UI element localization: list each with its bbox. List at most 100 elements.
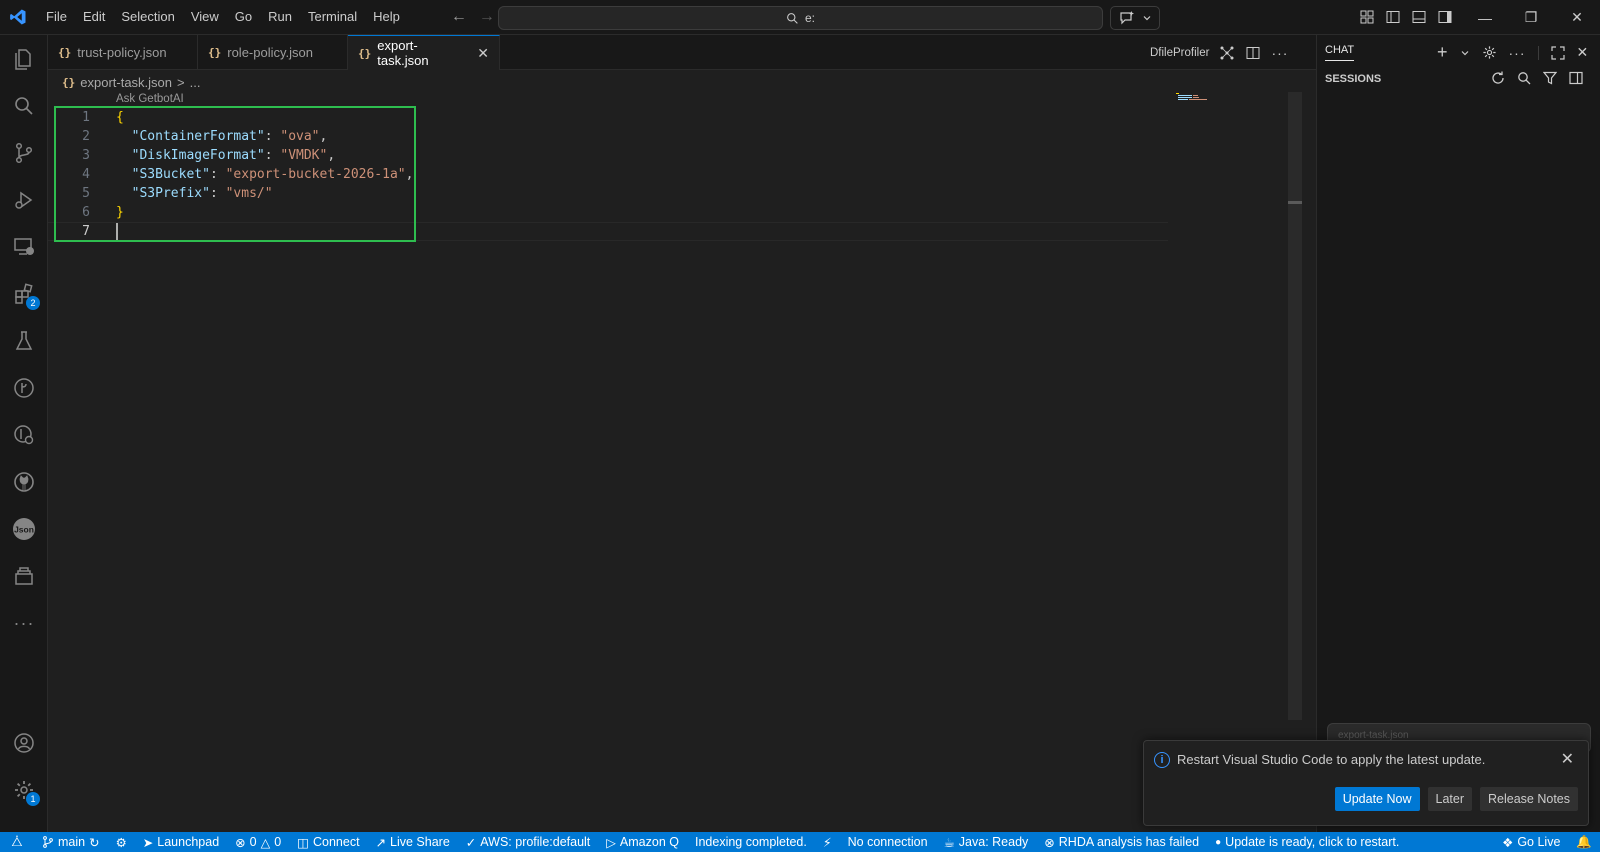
chat-settings-gear-icon[interactable] (1482, 45, 1497, 60)
connect-item[interactable]: ◫ Connect (289, 832, 367, 852)
play-icon: ▷ (606, 835, 616, 850)
menu-help[interactable]: Help (365, 5, 408, 29)
menu-selection[interactable]: Selection (113, 5, 182, 29)
toggle-panel-icon[interactable] (1408, 6, 1430, 28)
menu-terminal[interactable]: Terminal (300, 5, 365, 29)
title-bar: File Edit Selection View Go Run Terminal… (0, 0, 1600, 35)
settings-badge: 1 (26, 792, 40, 806)
errors-count: 0 (249, 835, 257, 849)
menu-go[interactable]: Go (227, 5, 260, 29)
toggle-secondary-sidebar-icon[interactable] (1434, 6, 1456, 28)
indexing-status[interactable]: Indexing completed. (687, 832, 815, 852)
tab-trust-policy[interactable]: {} trust-policy.json (48, 35, 198, 70)
divider (1537, 45, 1539, 60)
accounts-icon[interactable] (0, 719, 48, 767)
chevron-down-icon[interactable] (1460, 48, 1470, 58)
new-chat-icon[interactable]: + (1437, 42, 1448, 63)
sync-icon: ↻ (89, 835, 100, 850)
aws-explorer-icon[interactable] (0, 552, 48, 600)
json-tools-icon[interactable]: Json (0, 505, 48, 553)
launchpad-item[interactable]: ➤ Launchpad (135, 832, 227, 852)
check-icon: ✓ (465, 835, 477, 850)
go-live-item[interactable]: ❖ Go Live (1494, 832, 1568, 852)
tab-label: trust-policy.json (77, 45, 167, 60)
git-graph-icon[interactable] (0, 364, 48, 412)
search-icon[interactable] (1517, 71, 1531, 85)
live-share-item[interactable]: ↗ Live Share (368, 832, 458, 852)
update-ready-item[interactable]: ● Update is ready, click to restart. (1207, 832, 1407, 852)
breadcrumb-more[interactable]: ... (190, 75, 201, 90)
dfile-profiler-button[interactable]: DfileProfiler (1150, 47, 1209, 59)
chat-actions: + ··· ✕ (1437, 42, 1588, 63)
amazon-q-item[interactable]: ▷ Amazon Q (598, 832, 687, 852)
tab-export-task[interactable]: {} export-task.json ✕ (348, 35, 500, 70)
remote-indicator-icon[interactable]: ⧊ (0, 832, 34, 852)
later-button[interactable]: Later (1427, 787, 1472, 811)
toggle-primary-sidebar-icon[interactable] (1382, 6, 1404, 28)
search-view-icon[interactable] (0, 82, 48, 130)
aws-profile-item[interactable]: ✓ AWS: profile:default (458, 832, 599, 852)
problems-item[interactable]: ⊗ 0 △ 0 (227, 832, 289, 852)
notifications-bell-icon[interactable]: 🔔 (1568, 832, 1600, 852)
update-now-button[interactable]: Update Now (1334, 787, 1420, 811)
github-icon[interactable] (0, 458, 48, 506)
customize-layout-icon[interactable] (1356, 6, 1378, 28)
codelens-ask-ai[interactable]: Ask GetbotAI (116, 93, 184, 105)
search-icon (787, 12, 798, 24)
database-icon: ◫ (297, 835, 309, 850)
close-notification-icon[interactable]: ✕ (1561, 749, 1574, 769)
chat-panel: CHAT + ··· ✕ SESSIONS export-task.json (1316, 35, 1600, 832)
rhda-status-item[interactable]: ⊗ RHDA analysis has failed (1036, 832, 1207, 852)
explorer-icon[interactable] (0, 35, 48, 83)
filter-icon[interactable] (1543, 71, 1557, 85)
window-controls: — ❐ ✕ (1462, 0, 1600, 35)
menu-file[interactable]: File (38, 5, 75, 29)
menu-run[interactable]: Run (260, 5, 300, 29)
release-notes-button[interactable]: Release Notes (1480, 787, 1578, 811)
scrollbar-cursor-marker (1288, 201, 1302, 204)
minimap[interactable] (1176, 93, 1214, 101)
lightning-icon[interactable]: ⚡ (815, 832, 840, 852)
live-share-label: Live Share (390, 835, 450, 849)
notification-message: Restart Visual Studio Code to apply the … (1177, 752, 1486, 767)
info-icon: i (1154, 752, 1170, 768)
close-panel-icon[interactable]: ✕ (1577, 44, 1589, 61)
refresh-icon[interactable] (1491, 71, 1505, 85)
git-graph-status-icon[interactable]: ⚙ (108, 832, 135, 852)
command-center-search[interactable]: e: (498, 6, 1103, 30)
run-debug-icon[interactable] (0, 176, 48, 224)
profiler-graph-icon[interactable] (1219, 45, 1235, 61)
testing-icon[interactable] (0, 317, 48, 365)
gitlens-icon[interactable] (0, 411, 48, 459)
manage-gear-icon[interactable]: 1 (0, 766, 48, 814)
breadcrumb-file[interactable]: export-task.json (80, 75, 172, 90)
branch-item[interactable]: main ↻ (34, 832, 108, 852)
menu-edit[interactable]: Edit (75, 5, 113, 29)
chat-more-icon[interactable]: ··· (1509, 45, 1526, 61)
menu-view[interactable]: View (183, 5, 227, 29)
editor-scrollbar[interactable] (1288, 92, 1302, 720)
sessions-title: SESSIONS (1325, 73, 1382, 85)
sessions-actions (1491, 71, 1583, 85)
no-connection-status[interactable]: No connection (840, 832, 936, 852)
back-arrow-icon[interactable]: ← (448, 6, 470, 28)
split-editor-icon[interactable] (1245, 45, 1261, 61)
remote-explorer-icon[interactable] (0, 223, 48, 271)
copilot-chat-button[interactable] (1110, 6, 1160, 30)
java-status-item[interactable]: ☕ Java: Ready (936, 832, 1037, 852)
update-notification: i Restart Visual Studio Code to apply th… (1143, 740, 1589, 826)
extensions-icon[interactable]: 2 (0, 270, 48, 318)
maximize-icon[interactable] (1550, 45, 1565, 60)
toggle-sidebar-icon[interactable] (1569, 71, 1583, 85)
forward-arrow-icon[interactable]: → (476, 6, 498, 28)
minimize-icon[interactable]: — (1462, 0, 1508, 35)
more-views-icon[interactable]: ··· (0, 599, 48, 647)
chat-title[interactable]: CHAT (1325, 44, 1355, 61)
close-tab-icon[interactable]: ✕ (477, 45, 489, 62)
tab-role-policy[interactable]: {} role-policy.json (198, 35, 348, 70)
restore-icon[interactable]: ❐ (1508, 0, 1554, 35)
source-control-icon[interactable] (0, 129, 48, 177)
rocket-icon: ➤ (142, 835, 154, 850)
more-actions-icon[interactable]: ··· (1271, 45, 1288, 61)
close-window-icon[interactable]: ✕ (1554, 0, 1600, 35)
